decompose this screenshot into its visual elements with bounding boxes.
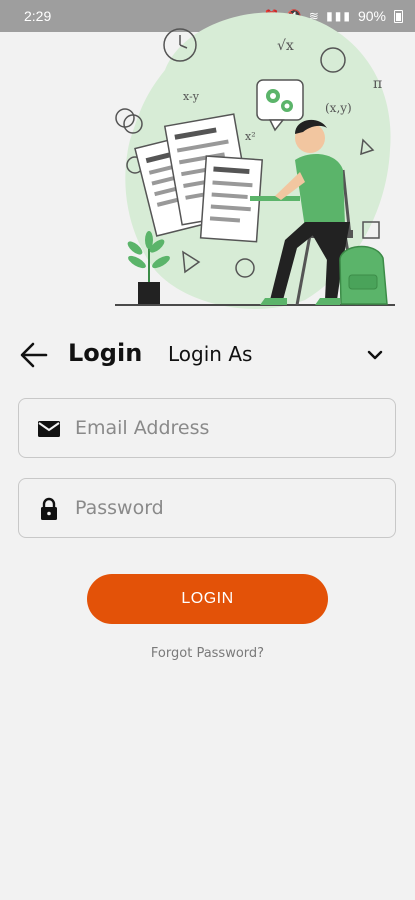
- chevron-down-icon: [367, 350, 383, 360]
- email-input[interactable]: [75, 399, 375, 457]
- header: Login Login As: [0, 330, 415, 380]
- forgot-password-link[interactable]: Forgot Password?: [0, 646, 415, 661]
- svg-text:π: π: [373, 76, 382, 92]
- svg-text:x²: x²: [245, 130, 256, 143]
- student-studying-illustration: √x x-y x² (x,y) π: [115, 12, 395, 309]
- back-arrow-icon[interactable]: [20, 342, 48, 368]
- login-as-dropdown[interactable]: Login As: [168, 340, 398, 372]
- login-button[interactable]: LOGIN: [87, 574, 328, 624]
- svg-text:x-y: x-y: [183, 90, 200, 103]
- page-title: Login: [68, 339, 143, 367]
- envelope-icon: [38, 421, 60, 437]
- email-field[interactable]: [18, 398, 396, 458]
- svg-text:(x,y): (x,y): [325, 101, 352, 115]
- lock-icon: [41, 497, 57, 520]
- login-as-label: Login As: [168, 342, 253, 366]
- status-time: 2:29: [24, 8, 52, 24]
- svg-text:√x: √x: [277, 38, 294, 54]
- password-input[interactable]: [75, 479, 375, 537]
- password-field[interactable]: [18, 478, 396, 538]
